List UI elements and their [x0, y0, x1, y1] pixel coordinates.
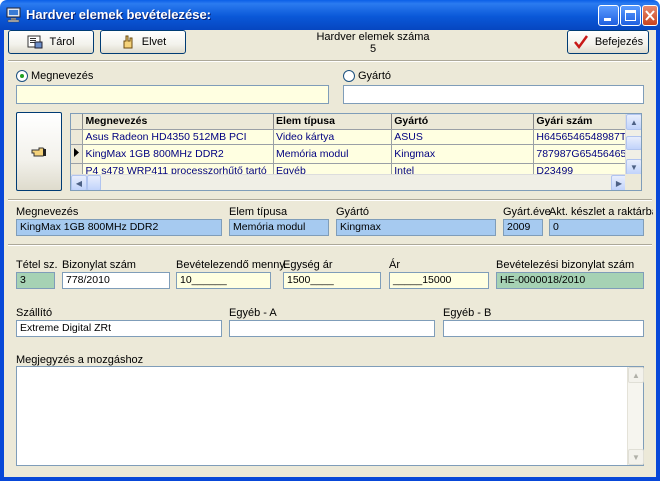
- maximize-button[interactable]: [620, 5, 641, 26]
- cell-type[interactable]: Memória modul: [273, 144, 393, 164]
- note-label: Megjegyzés a mozgáshoz: [16, 354, 144, 366]
- detail-manufacturer-value: Kingmax: [336, 219, 496, 236]
- other-a-label: Egyéb - A: [229, 307, 277, 319]
- detail-stock-label: Akt. készlet a raktárban: [549, 206, 653, 218]
- save-button[interactable]: Tárol: [8, 30, 94, 54]
- detail-manufacturer-label: Gyártó: [336, 206, 370, 218]
- save-icon: [27, 34, 43, 50]
- computer-icon: [6, 7, 22, 23]
- checkmark-icon: [573, 34, 589, 50]
- select-item-button[interactable]: [16, 112, 62, 191]
- grid-horizontal-scrollbar[interactable]: ◀ ▶: [71, 174, 627, 190]
- table-row[interactable]: Asus Radeon HD4350 512MB PCI Video kárty…: [71, 129, 641, 145]
- hand-icon: [120, 34, 136, 50]
- supplier-input[interactable]: Extreme Digital ZRt: [16, 320, 222, 337]
- invoice-number-input[interactable]: 778/2010: [62, 272, 170, 289]
- window-title: Hardver elemek bevételezése:: [26, 7, 212, 22]
- price-label: Ár: [389, 259, 400, 271]
- hscroll-thumb[interactable]: [87, 175, 101, 190]
- detail-stock-value: 0: [549, 219, 644, 236]
- unit-price-input[interactable]: 1500____: [283, 272, 381, 289]
- item-count-value: 5: [369, 43, 377, 55]
- row-indicator: [71, 144, 84, 164]
- detail-year-value: 2009: [503, 219, 543, 236]
- grid-header-indicator: [71, 114, 84, 130]
- discard-button[interactable]: Elvet: [100, 30, 186, 54]
- discard-label: Elvet: [141, 36, 167, 48]
- grid-header-manufacturer[interactable]: Gyártó: [391, 114, 535, 130]
- grid-vertical-scrollbar[interactable]: ▲ ▼: [625, 114, 641, 175]
- detail-type-value: Memória modul: [229, 219, 329, 236]
- pointing-hand-icon: [31, 144, 47, 160]
- item-number-value: 3: [16, 272, 55, 289]
- hardware-grid[interactable]: Megnevezés Elem típusa Gyártó Gyári szám…: [70, 113, 642, 191]
- close-button[interactable]: [642, 5, 658, 26]
- scroll-down-icon[interactable]: ▼: [626, 159, 641, 175]
- receipt-number-label: Bevételezési bizonylat szám: [496, 259, 635, 271]
- supplier-label: Szállító: [16, 307, 53, 319]
- manufacturer-search-input[interactable]: [343, 85, 644, 104]
- scroll-up-icon[interactable]: ▲: [626, 114, 641, 130]
- detail-type-label: Elem típusa: [229, 206, 288, 218]
- other-b-input[interactable]: [443, 320, 644, 337]
- scroll-corner: [625, 174, 641, 190]
- cell-manufacturer[interactable]: Kingmax: [391, 144, 535, 164]
- other-b-label: Egyéb - B: [443, 307, 492, 319]
- row-indicator: [71, 129, 84, 145]
- manufacturer-radio[interactable]: [343, 70, 355, 82]
- detail-name-label: Megnevezés: [16, 206, 79, 218]
- other-a-input[interactable]: [229, 320, 435, 337]
- table-row[interactable]: KingMax 1GB 800MHz DDR2 Memória modul Ki…: [71, 144, 641, 164]
- item-number-label: Tétel sz.: [16, 259, 58, 271]
- item-count-label: Hardver elemek száma: [316, 31, 430, 43]
- manufacturer-radio-label: Gyártó: [358, 70, 392, 82]
- price-input[interactable]: _____15000: [389, 272, 489, 289]
- maximize-icon: [625, 10, 636, 21]
- cell-type[interactable]: Video kártya: [273, 129, 393, 145]
- cell-name[interactable]: Asus Radeon HD4350 512MB PCI: [82, 129, 275, 145]
- grid-header-name[interactable]: Megnevezés: [82, 114, 275, 130]
- detail-name-value: KingMax 1GB 800MHz DDR2: [16, 219, 222, 236]
- invoice-number-label: Bizonylat szám: [62, 259, 136, 271]
- unit-price-label: Egység ár: [283, 259, 333, 271]
- scroll-left-icon[interactable]: ◀: [71, 175, 87, 190]
- quantity-input[interactable]: 10______: [176, 272, 271, 289]
- note-textarea[interactable]: ▲ ▼: [16, 366, 644, 466]
- current-row-arrow-icon: [74, 147, 79, 157]
- name-search-input[interactable]: [16, 85, 329, 104]
- name-radio-label: Megnevezés: [31, 70, 94, 82]
- save-label: Tárol: [49, 36, 75, 48]
- detail-year-label: Gyárt.éve: [503, 206, 551, 218]
- receipt-number-value: HE-0000018/2010: [496, 272, 644, 289]
- finish-label: Befejezés: [594, 36, 644, 48]
- grid-header-row: Megnevezés Elem típusa Gyártó Gyári szám: [71, 114, 641, 130]
- close-icon: [645, 10, 655, 21]
- minimize-button[interactable]: [598, 5, 619, 26]
- finish-button[interactable]: Befejezés: [567, 30, 649, 54]
- separator: [8, 199, 652, 201]
- scroll-up-icon[interactable]: ▲: [628, 367, 644, 383]
- name-radio[interactable]: [16, 70, 28, 82]
- separator: [8, 244, 652, 246]
- grid-header-type[interactable]: Elem típusa: [273, 114, 393, 130]
- scroll-down-icon[interactable]: ▼: [628, 449, 644, 465]
- cell-manufacturer[interactable]: ASUS: [391, 129, 535, 145]
- separator: [8, 60, 652, 62]
- note-scrollbar[interactable]: ▲ ▼: [627, 367, 644, 465]
- scroll-thumb[interactable]: [626, 136, 641, 150]
- quantity-label: Bevételezendő menny.: [176, 259, 288, 271]
- cell-name[interactable]: KingMax 1GB 800MHz DDR2: [82, 144, 275, 164]
- minimize-icon: [604, 18, 611, 21]
